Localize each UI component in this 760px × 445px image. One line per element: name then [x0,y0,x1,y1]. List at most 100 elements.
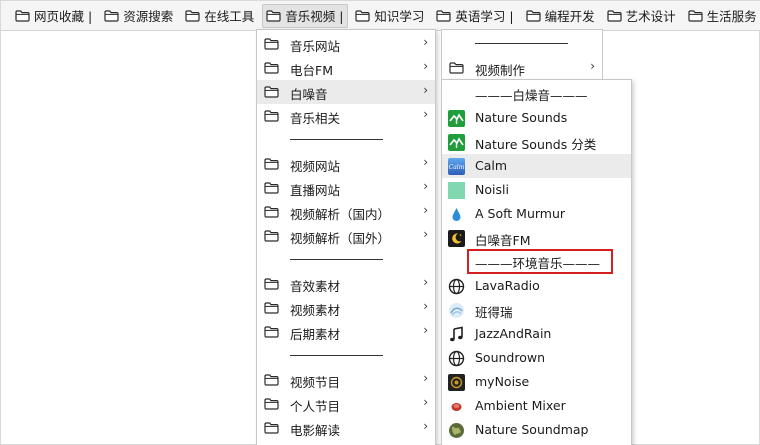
menu-item-music-sites[interactable]: 音乐网站 › [257,32,435,56]
bookmark-folder-life-services[interactable]: 生活服务 [684,4,760,28]
bookmark-label: Noisli [475,182,509,197]
bookmark-jazzandrain[interactable]: JazzAndRain [442,322,631,346]
bookmark-folder-label: 网页收藏 | [34,9,93,24]
menu-item-label: 直播网站 [290,183,341,198]
bookmark-label: LavaRadio [475,278,540,293]
calm-icon: Calm [448,158,465,175]
globe-icon [448,350,465,367]
bookmark-label: 白噪音FM [475,233,531,248]
chevron-right-icon: › [423,35,428,49]
chevron-right-icon: › [423,59,428,73]
folder-icon [264,422,279,434]
bookmark-nature-sounds-categories[interactable]: Nature Sounds 分类 [442,130,631,154]
bookmark-nature-sounds[interactable]: Nature Sounds [442,106,631,130]
bookmark-label: myNoise [475,374,530,389]
bookmark-folder-knowledge[interactable]: 知识学习 [351,4,429,28]
menu-item-label: 视频素材 [290,303,341,318]
menu-separator [290,139,383,140]
bookmark-label: Nature Sounds 分类 [475,137,597,152]
folder-icon [264,302,279,314]
folder-icon [264,38,279,50]
folder-icon [355,10,370,22]
bookmark-folder-label: 资源搜索 [123,9,174,24]
menu-item-movie-commentary[interactable]: 电影解读 › [257,416,435,440]
bookmarks-bar: 网页收藏 | 资源搜索 在线工具 音乐视频 | 知识学习 英语学习 | 编程开发… [1,1,760,31]
bookmark-white-noise-fm[interactable]: 白噪音FM [442,226,631,250]
folder-icon [449,62,464,74]
folder-icon [264,206,279,218]
menu-item-label: 视频节目 [290,375,341,390]
mynoise-icon [448,374,465,391]
bookmark-nature-soundmap[interactable]: Nature Soundmap [442,418,631,442]
menu-item-post-production[interactable]: 后期素材 › [257,320,435,344]
bookmark-soundrown[interactable]: Soundrown [442,346,631,370]
droplet-icon [452,208,461,221]
bookmark-folder-label: 生活服务 [706,9,757,24]
bookmark-folder-english[interactable]: 英语学习 | [432,4,518,28]
chevron-right-icon: › [423,227,428,241]
menu-item-video-production[interactable]: 视频制作 › [442,56,602,80]
bookmark-folder-online-tools[interactable]: 在线工具 [181,4,259,28]
menu-item-label: 后期素材 [290,327,341,342]
folder-icon [264,62,279,74]
bookmark-lavaradio[interactable]: LavaRadio [442,274,631,298]
globe-icon [448,278,465,295]
bookmark-folder-art-design[interactable]: 艺术设计 [603,4,681,28]
chevron-right-icon: › [423,419,428,433]
bookmark-mynoise[interactable]: myNoise [442,370,631,394]
folder-icon [436,10,451,22]
chevron-right-icon: › [590,59,595,73]
folder-icon [15,10,30,22]
chevron-right-icon: › [423,275,428,289]
menu-item-label: 电台FM [290,63,333,78]
bookmark-a-soft-murmur[interactable]: A Soft Murmur [442,202,631,226]
menu-item-label: 音乐网站 [290,39,341,54]
bookmark-folder-resource-search[interactable]: 资源搜索 [100,4,178,28]
bookmark-label: A Soft Murmur [475,206,566,221]
bookmark-folder-label: 知识学习 [374,9,425,24]
highlight-annotation-box [467,249,613,274]
chevron-right-icon: › [423,107,428,121]
chevron-right-icon: › [423,395,428,409]
menu-item-video-parse-domestic[interactable]: 视频解析（国内） › [257,200,435,224]
menu-item-radio-fm[interactable]: 电台FM › [257,56,435,80]
bookmark-folder-music-video[interactable]: 音乐视频 | [262,3,349,28]
folder-icon [526,10,541,22]
folder-icon [264,398,279,410]
bookmark-noisli[interactable]: Noisli [442,178,631,202]
bookmark-ambient-mixer[interactable]: Ambient Mixer [442,394,631,418]
menu-item-video-materials[interactable]: 视频素材 › [257,296,435,320]
menu-item-music-related[interactable]: 音乐相关 › [257,104,435,128]
nature-sounds-icon [448,134,465,151]
folder-icon [104,10,119,22]
menu-item-label: 视频解析（国外） [290,231,391,246]
bookmark-bandari[interactable]: 班得瑞 [442,298,631,322]
bookmark-folder-label: 编程开发 [544,9,595,24]
bookmark-label: Soundrown [475,350,546,365]
folder-icon [688,10,703,22]
folder-icon [264,326,279,338]
folder-icon [264,278,279,290]
menu-item-sound-effects[interactable]: 音效素材 › [257,272,435,296]
chevron-right-icon: › [423,299,428,313]
menu-item-video-programs[interactable]: 视频节目 › [257,368,435,392]
menu-item-white-noise[interactable]: 白噪音 › [257,80,435,104]
chevron-right-icon: › [423,371,428,385]
bookmark-folder-label: 艺术设计 [625,9,676,24]
bookmark-label: Calm [475,158,508,173]
bookmark-folder-web-favorites[interactable]: 网页收藏 | [11,4,97,28]
bookmark-calm[interactable]: Calm Calm [442,154,631,178]
menu-item-label: 电影解读 [290,423,341,438]
menu-separator [290,259,383,260]
menu-item-video-sites[interactable]: 视频网站 › [257,152,435,176]
music-video-dropdown-menu: 音乐网站 › 电台FM › 白噪音 › 音乐相关 › 视频网站 › 直播网站 ›… [256,29,436,445]
music-note-icon [450,326,463,342]
ambient-mixer-icon [451,403,462,411]
menu-separator [290,355,383,356]
section-header-white-noise: ———白燥音——— [475,88,588,103]
menu-item-personal-programs[interactable]: 个人节目 › [257,392,435,416]
menu-item-label: 视频解析（国内） [290,207,391,222]
bookmark-folder-programming[interactable]: 编程开发 [522,4,600,28]
menu-item-video-parse-foreign[interactable]: 视频解析（国外） › [257,224,435,248]
menu-item-live-sites[interactable]: 直播网站 › [257,176,435,200]
